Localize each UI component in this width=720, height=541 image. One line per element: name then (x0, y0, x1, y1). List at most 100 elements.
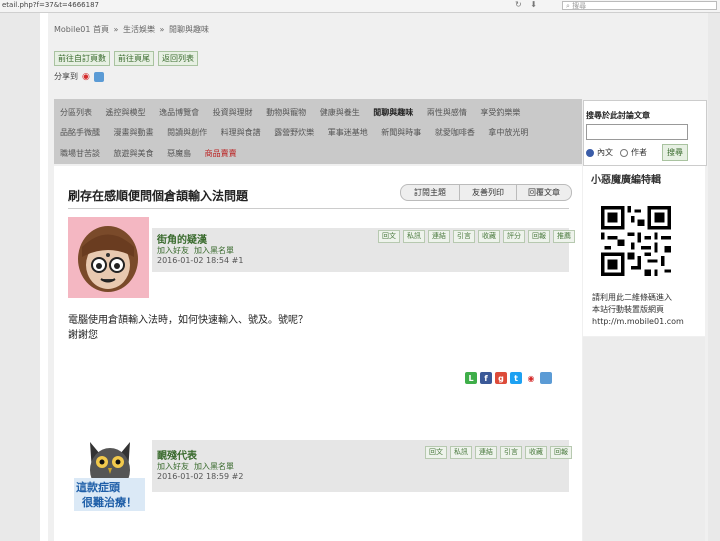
avatar-caption-line: 很難治療！ (82, 496, 137, 509)
cat-item[interactable]: 軍事迷基地 (328, 128, 368, 137)
cat-item[interactable]: 動物與寵物 (266, 108, 306, 117)
radio-author-label: 作者 (631, 148, 647, 157)
breadcrumb-home[interactable]: Mobile01 首頁 (54, 25, 109, 34)
google-plus-icon[interactable]: g (495, 372, 507, 384)
reply-button[interactable]: 回覆文章 (517, 184, 572, 201)
radio-content[interactable] (586, 148, 594, 157)
report-action-button[interactable]: 回報 (528, 230, 550, 243)
cat-item[interactable]: 遙控與模型 (106, 108, 146, 117)
url-text[interactable]: etail.php?f=37&t=4666187 (2, 1, 99, 9)
avatar[interactable] (68, 217, 149, 298)
search-submit-button[interactable]: 搜尋 (662, 144, 688, 161)
top-button-group: 前往自訂頁數 前往頁尾 返回列表 (54, 51, 198, 66)
report-action-button[interactable]: 回報 (550, 446, 572, 459)
rate-action-button[interactable]: 評分 (503, 230, 525, 243)
reply-action-button[interactable]: 回文 (378, 230, 400, 243)
link-action-button[interactable]: 連結 (475, 446, 497, 459)
add-friend-link[interactable]: 加入好友 (157, 246, 189, 255)
post-floor[interactable]: #1 (232, 256, 244, 265)
thread-tabs: 訂閱主題 友善列印 回覆文章 (400, 184, 572, 201)
cat-item-highlight[interactable]: 商品賣賣 (205, 149, 237, 158)
avatar-image (68, 217, 149, 298)
sidebar-line: 本站行動裝置版網頁 (592, 305, 664, 314)
message-action-button[interactable]: 私訊 (450, 446, 472, 459)
goto-page-button[interactable]: 前往自訂頁數 (54, 51, 110, 66)
cat-item[interactable]: 品酩手微醺 (60, 128, 100, 137)
twitter-icon[interactable]: t (510, 372, 522, 384)
browser-search-input[interactable]: ⌕ 搜尋 (562, 1, 717, 10)
sidebar-heading: 小惡魔廣編特輯 (591, 175, 661, 186)
link-action-button[interactable]: 連結 (428, 230, 450, 243)
sidebar-empty (583, 337, 705, 541)
post-username[interactable]: 街角的疑漢 (157, 231, 207, 246)
bookmark-icon[interactable]: ⬇ (530, 0, 537, 9)
add-blacklist-link[interactable]: 加入黑名單 (194, 462, 234, 471)
cat-item[interactable]: 分區列表 (60, 108, 92, 117)
quote-action-button[interactable]: 引言 (453, 230, 475, 243)
cat-item[interactable]: 逸品博覽會 (159, 108, 199, 117)
sidebar-text: 請利用此二維條碼進入 本站行動裝置版網頁 http://m.mobile01.c… (592, 292, 684, 328)
image-share-icon[interactable] (540, 372, 552, 384)
add-friend-link[interactable]: 加入好友 (157, 462, 189, 471)
thread-search-panel: 搜尋於此討論文章 內文 作者 搜尋 (583, 100, 707, 166)
cat-item[interactable]: 閱讀與創作 (167, 128, 207, 137)
share-label: 分享到 (54, 72, 78, 81)
title-divider (68, 208, 569, 209)
facebook-icon[interactable]: f (480, 372, 492, 384)
cat-item[interactable]: 投資與理財 (213, 108, 253, 117)
left-margin-strip (40, 13, 48, 541)
add-blacklist-link[interactable]: 加入黑名單 (194, 246, 234, 255)
post-username[interactable]: 靦殘代表 (157, 447, 197, 462)
cat-item[interactable]: 享受釣樂樂 (480, 108, 520, 117)
post-datetime: 2016-01-02 18:59 (157, 472, 230, 481)
cat-item[interactable]: 新聞與時事 (381, 128, 421, 137)
quote-action-button[interactable]: 引言 (500, 446, 522, 459)
line-icon[interactable]: L (465, 372, 477, 384)
cat-item[interactable]: 惡魔島 (167, 149, 191, 158)
browser-address-bar[interactable]: etail.php?f=37&t=4666187 ↻ ⬇ ⌕ 搜尋 (0, 0, 720, 13)
cat-item[interactable]: 漫畫與動畫 (114, 128, 154, 137)
cat-item[interactable]: 職場甘苦談 (60, 149, 100, 158)
cat-item-active[interactable]: 閒聊與趣味 (373, 108, 413, 117)
print-button[interactable]: 友善列印 (460, 184, 517, 201)
favorite-action-button[interactable]: 收藏 (478, 230, 500, 243)
post-actions: 回文 私訊 連結 引言 收藏 評分 回報 推薦 (378, 230, 575, 243)
avatar[interactable]: 這款症頭 很難治療！ (70, 432, 149, 513)
breadcrumb-sep: » (113, 25, 119, 34)
radio-author[interactable] (620, 148, 628, 157)
weibo-icon[interactable]: ◉ (82, 72, 90, 82)
message-action-button[interactable]: 私訊 (403, 230, 425, 243)
breadcrumb-life[interactable]: 生活娛樂 (123, 25, 155, 34)
cat-item[interactable]: 健康與養生 (320, 108, 360, 117)
cat-item[interactable]: 拿中放光明 (488, 128, 528, 137)
goto-bottom-button[interactable]: 前往頁尾 (114, 51, 154, 66)
radio-content-label: 內文 (597, 148, 613, 157)
cat-item[interactable]: 兩性與感情 (427, 108, 467, 117)
recommend-action-button[interactable]: 推薦 (553, 230, 575, 243)
search-placeholder: 搜尋 (572, 2, 587, 10)
cat-item[interactable]: 露營野炊樂 (274, 128, 314, 137)
breadcrumb-chat[interactable]: 閒聊與趣味 (169, 25, 209, 34)
post-actions: 回文 私訊 連結 引言 收藏 回報 (425, 446, 572, 459)
post-floor[interactable]: #2 (232, 472, 244, 481)
favorite-action-button[interactable]: 收藏 (525, 446, 547, 459)
reload-icon[interactable]: ↻ (515, 0, 522, 9)
social-share-icons: L f g t ◉ (465, 372, 552, 384)
sidebar-link[interactable]: http://m.mobile01.com (592, 316, 684, 328)
cat-item[interactable]: 旅遊與美食 (114, 149, 154, 158)
thread-search-input[interactable] (586, 124, 688, 140)
weibo-icon[interactable]: ◉ (525, 372, 537, 384)
breadcrumb: Mobile01 首頁 » 生活娛樂 » 閒聊與趣味 (54, 24, 211, 35)
post-text-line: 電腦使用倉頡輸入法時，如何快速輸入、號及。號呢？ (68, 315, 308, 326)
thread-title: 刷存在感順便問個倉頡輸入法問題 (68, 189, 249, 203)
browser-nav-buttons: ↻ ⬇ (515, 0, 543, 9)
subscribe-button[interactable]: 訂閱主題 (400, 184, 460, 201)
cat-item[interactable]: 就愛咖啡香 (435, 128, 475, 137)
cat-item[interactable]: 料理與食譜 (221, 128, 261, 137)
back-to-list-button[interactable]: 返回列表 (158, 51, 198, 66)
reply-action-button[interactable]: 回文 (425, 446, 447, 459)
post-meta: 加入好友 加入黑名單 2016-01-02 18:54 #1 (157, 246, 243, 266)
image-share-icon[interactable] (93, 71, 104, 82)
share-bar: 分享到 ◉ (54, 71, 104, 82)
post-text-line: 謝謝您 (68, 330, 98, 341)
